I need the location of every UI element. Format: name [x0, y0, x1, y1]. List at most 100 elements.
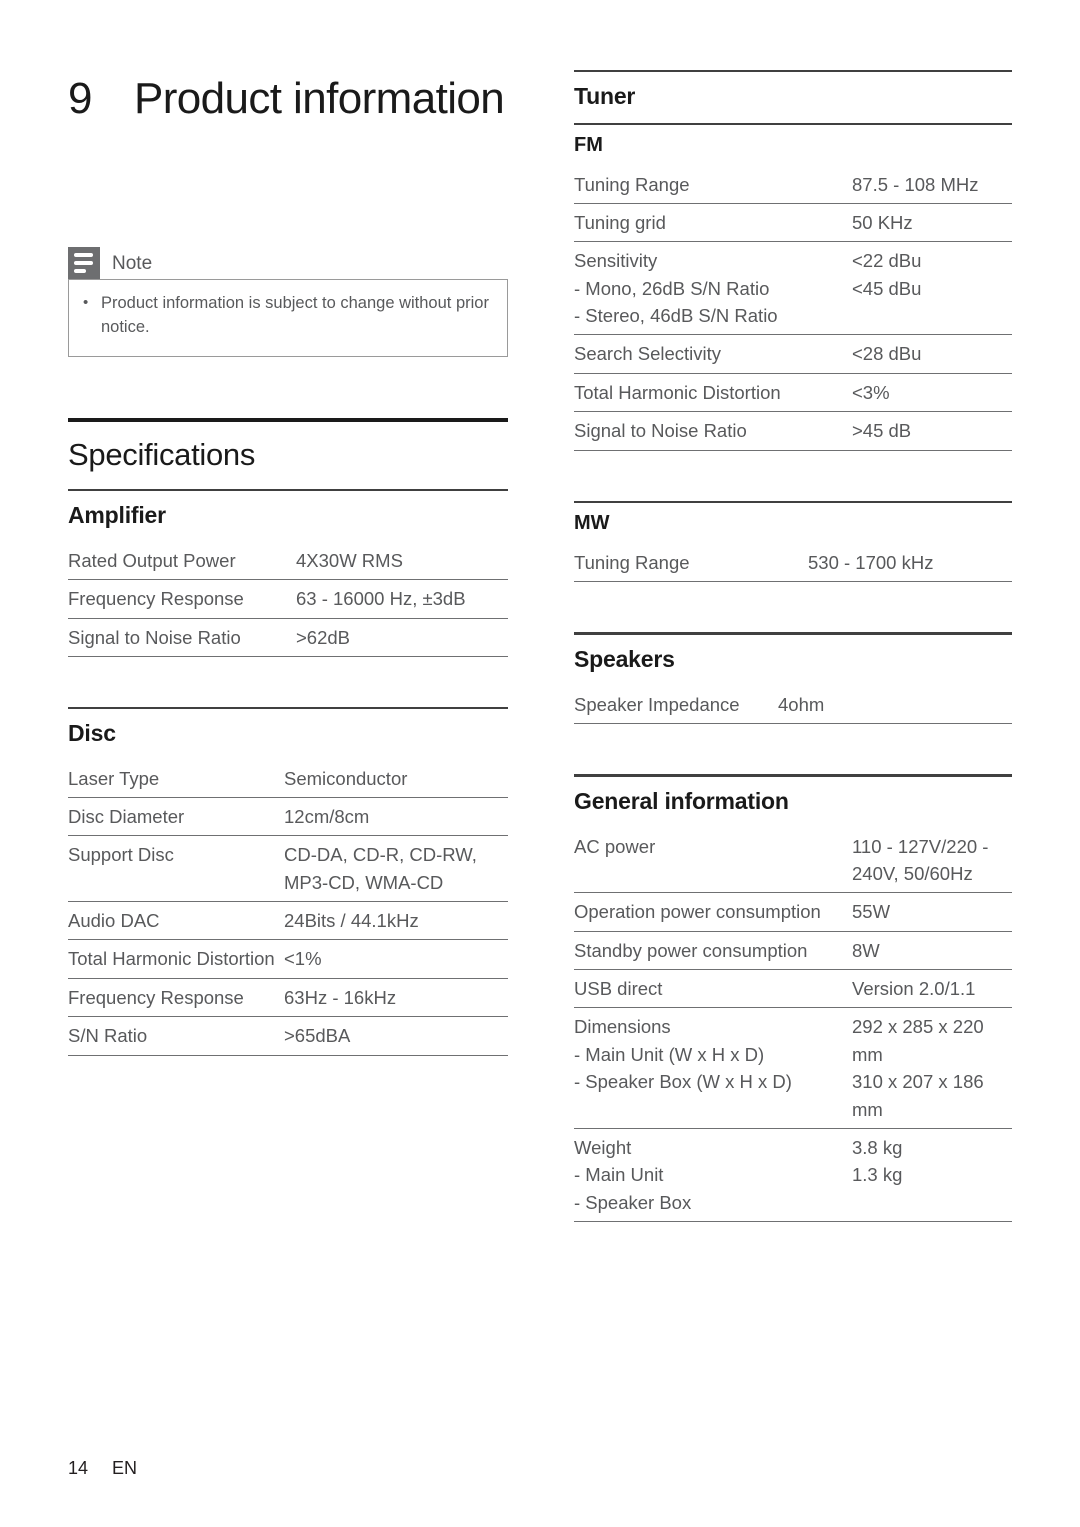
row-label-group: Sensitivity - Mono, 26dB S/N Ratio - Ste… — [574, 241, 852, 336]
general-table: AC power 110 - 127V/220 - 240V, 50/60Hz … — [574, 827, 1012, 1223]
row-label: Tuning Range — [574, 543, 808, 582]
row-value: 4X30W RMS — [296, 541, 508, 581]
row-label: Search Selectivity — [574, 334, 852, 374]
note-header: Note — [68, 247, 508, 279]
row-value: Version 2.0/1.1 — [852, 969, 1012, 1009]
table-row: Tuning grid 50 KHz — [574, 203, 1012, 243]
row-value: >65dBA — [284, 1016, 508, 1056]
table-row: Operation power consumption 55W — [574, 892, 1012, 932]
note-body: • Product information is subject to chan… — [68, 279, 508, 357]
note-item-text: Product information is subject to change… — [101, 294, 489, 336]
document-page: 9 Product information Note • Product inf… — [0, 0, 1080, 1527]
row-sublabel: - Main Unit — [574, 1164, 664, 1186]
table-row: USB direct Version 2.0/1.1 — [574, 969, 1012, 1009]
row-subvalue: <45 dBu — [852, 277, 922, 299]
row-label: Operation power consumption — [574, 892, 852, 932]
row-value: CD-DA, CD-R, CD-RW, MP3-CD, WMA-CD — [284, 835, 508, 902]
row-value: >62dB — [296, 618, 508, 657]
row-label: Dimensions — [574, 1016, 671, 1038]
row-label: Laser Type — [68, 759, 284, 798]
table-row: Support Disc CD-DA, CD-R, CD-RW, MP3-CD,… — [68, 835, 508, 902]
mw-table: Tuning Range 530 - 1700 kHz — [574, 543, 1012, 582]
note-list-item: • Product information is subject to chan… — [83, 292, 493, 340]
row-label: Tuning grid — [574, 203, 852, 243]
row-label: Frequency Response — [68, 978, 284, 1018]
row-label: Speaker Impedance — [574, 685, 778, 724]
row-value: 87.5 - 108 MHz — [852, 165, 1012, 204]
row-label: Audio DAC — [68, 901, 284, 941]
table-row: Search Selectivity <28 dBu — [574, 334, 1012, 374]
table-row: Frequency Response 63Hz - 16kHz — [68, 978, 508, 1018]
row-value: 3.8 kg — [852, 1136, 903, 1158]
specifications-heading: Specifications — [68, 437, 256, 472]
row-label: Sensitivity — [574, 250, 658, 272]
row-sublabel: - Speaker Box (W x H x D) — [574, 1071, 792, 1093]
row-sublabel: - Mono, 26dB S/N Ratio — [574, 277, 770, 299]
table-row: Audio DAC 24Bits / 44.1kHz — [68, 901, 508, 941]
page-footer: 14 EN — [68, 1458, 137, 1479]
bullet-icon: • — [83, 294, 89, 311]
row-sublabel: - Speaker Box — [574, 1191, 692, 1213]
row-label: Support Disc — [68, 835, 284, 902]
row-value: 50 KHz — [852, 203, 1012, 243]
row-label: Standby power consumption — [574, 931, 852, 971]
row-label: Tuning Range — [574, 165, 852, 204]
row-value-group: 292 x 285 x 220 mm 310 x 207 x 186 mm — [852, 1007, 1012, 1129]
row-label: Total Harmonic Distortion — [574, 373, 852, 413]
page-number: 14 — [68, 1458, 89, 1478]
note-callout: Note • Product information is subject to… — [68, 247, 508, 357]
fm-heading: FM — [574, 133, 603, 156]
row-label: USB direct — [574, 969, 852, 1009]
table-row: Signal to Noise Ratio >62dB — [68, 618, 508, 657]
row-label: Signal to Noise Ratio — [574, 411, 852, 451]
row-value: 24Bits / 44.1kHz — [284, 901, 508, 941]
row-value: 12cm/8cm — [284, 797, 508, 837]
row-value: Semiconductor — [284, 759, 508, 798]
row-value: <3% — [852, 373, 1012, 413]
table-row: Total Harmonic Distortion <1% — [68, 939, 508, 979]
row-label: Signal to Noise Ratio — [68, 618, 296, 657]
table-row: Laser Type Semiconductor — [68, 759, 508, 798]
footer-language: EN — [112, 1458, 138, 1478]
row-value-group: 3.8 kg 1.3 kg — [852, 1128, 1012, 1223]
row-sublabel: - Main Unit (W x H x D) — [574, 1043, 765, 1065]
row-value: 8W — [852, 931, 1012, 971]
row-label: Total Harmonic Distortion — [68, 939, 284, 979]
table-row: AC power 110 - 127V/220 - 240V, 50/60Hz — [574, 827, 1012, 894]
row-value: >45 dB — [852, 411, 1012, 451]
table-row: Disc Diameter 12cm/8cm — [68, 797, 508, 837]
table-row: S/N Ratio >65dBA — [68, 1016, 508, 1056]
table-row: Weight - Main Unit - Speaker Box 3.8 kg … — [574, 1128, 1012, 1223]
row-value: 4ohm — [778, 685, 1012, 724]
amplifier-table: Rated Output Power 4X30W RMS Frequency R… — [68, 541, 508, 657]
tuner-heading: Tuner — [574, 83, 636, 109]
disc-heading: Disc — [68, 719, 116, 746]
row-sublabel: - Stereo, 46dB S/N Ratio — [574, 305, 778, 327]
table-row: Tuning Range 530 - 1700 kHz — [574, 543, 1012, 582]
chapter-title: Product information — [134, 74, 505, 123]
row-label-group: Dimensions - Main Unit (W x H x D) - Spe… — [574, 1007, 852, 1129]
table-row: Rated Output Power 4X30W RMS — [68, 541, 508, 581]
row-value: <22 dBu — [852, 250, 922, 272]
row-value: 63 - 16000 Hz, ±3dB — [296, 579, 508, 619]
row-label: S/N Ratio — [68, 1016, 284, 1056]
table-row: Speaker Impedance 4ohm — [574, 685, 1012, 724]
left-column: Specifications Amplifier Rated Output Po… — [68, 418, 508, 1056]
note-label: Note — [112, 252, 153, 274]
table-row: Sensitivity - Mono, 26dB S/N Ratio - Ste… — [574, 241, 1012, 336]
table-row: Tuning Range 87.5 - 108 MHz — [574, 165, 1012, 204]
amplifier-heading: Amplifier — [68, 502, 166, 529]
speakers-table: Speaker Impedance 4ohm — [574, 685, 1012, 724]
row-value: 292 x 285 x 220 mm — [852, 1016, 984, 1065]
speakers-heading: Speakers — [574, 645, 675, 672]
row-label-group: Weight - Main Unit - Speaker Box — [574, 1128, 852, 1223]
fm-table: Tuning Range 87.5 - 108 MHz Tuning grid … — [574, 165, 1012, 451]
row-value: 110 - 127V/220 - 240V, 50/60Hz — [852, 827, 1012, 894]
note-lines-icon — [68, 247, 100, 279]
row-value: 55W — [852, 892, 1012, 932]
table-row: Total Harmonic Distortion <3% — [574, 373, 1012, 413]
general-heading: General information — [574, 787, 789, 814]
